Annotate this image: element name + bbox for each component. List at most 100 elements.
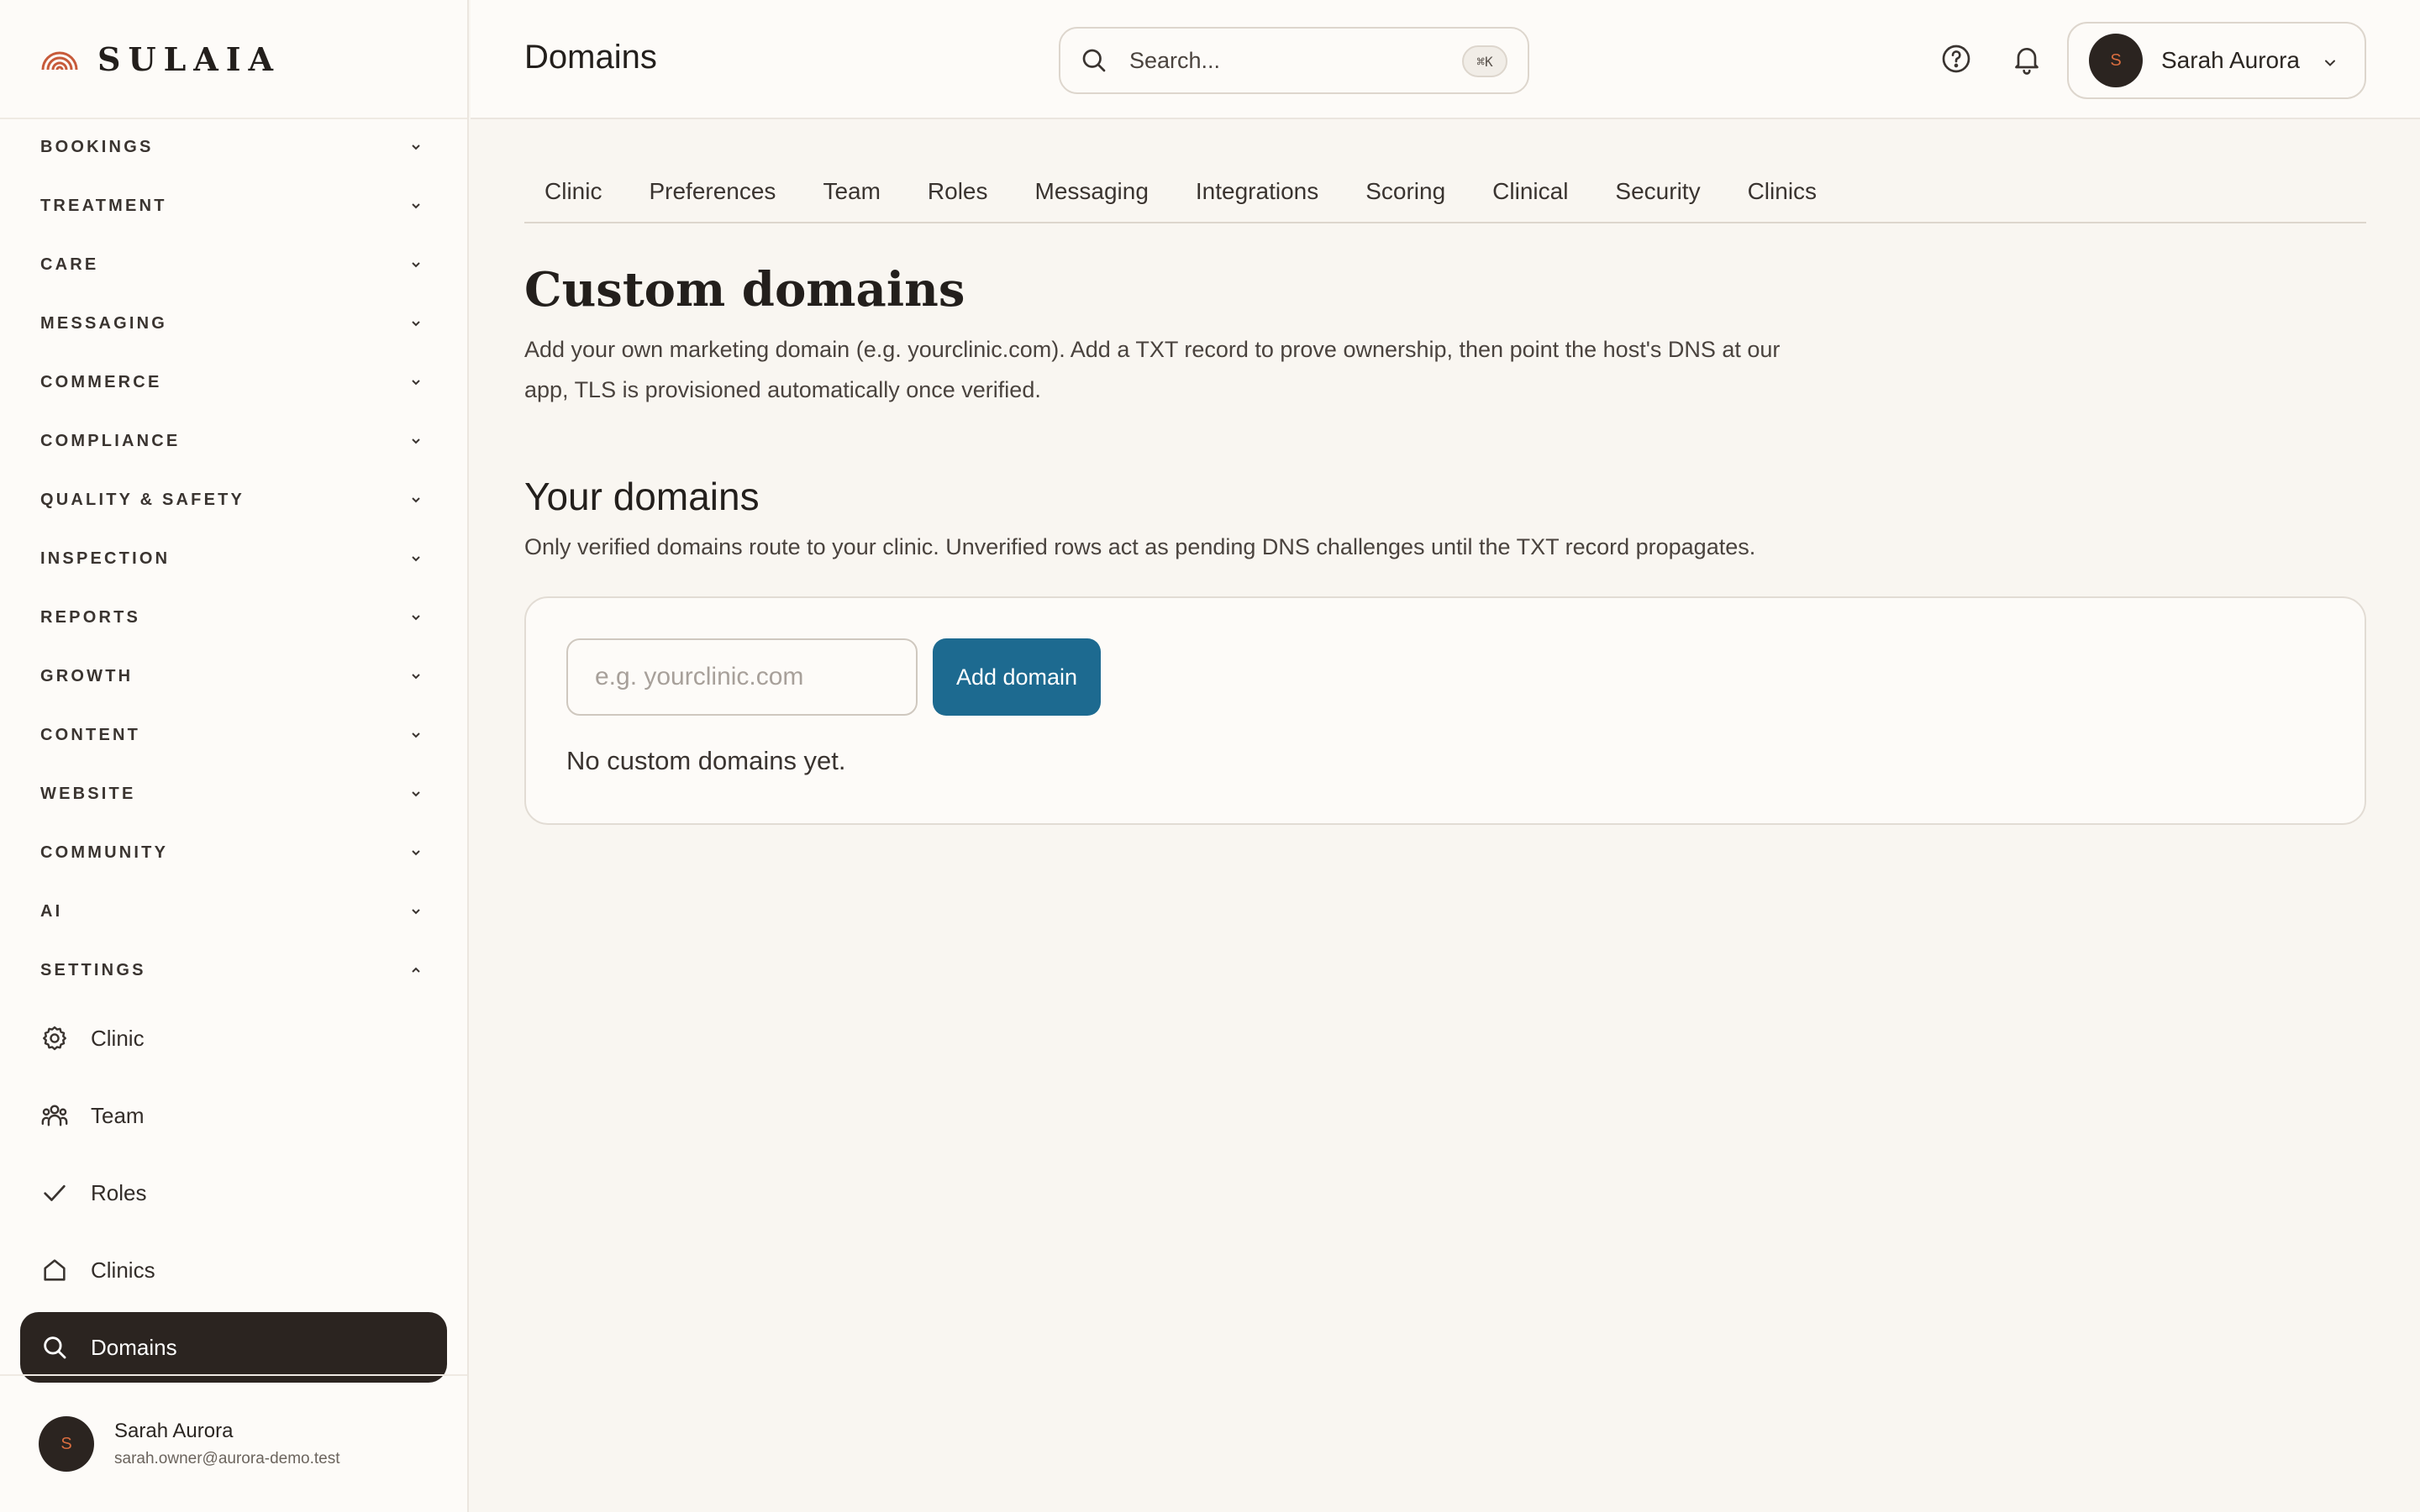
sidebar-item-clinics[interactable]: Clinics	[20, 1235, 447, 1305]
nav-section-label: BOOKINGS	[40, 137, 154, 156]
nav-section-label: COMMERCE	[40, 372, 162, 391]
nav-section-label: QUALITY & SAFETY	[40, 490, 245, 509]
sidebar-user-card[interactable]: S Sarah Aurora sarah.owner@aurora-demo.t…	[0, 1374, 467, 1512]
tab-scoring[interactable]: Scoring	[1365, 165, 1445, 205]
sidebar-item-roles[interactable]: Roles	[20, 1158, 447, 1228]
tab-clinical[interactable]: Clinical	[1492, 165, 1568, 205]
user-menu[interactable]: S Sarah Aurora	[2067, 22, 2366, 99]
nav-section-growth[interactable]: GROWTH	[0, 647, 467, 706]
sidebar-item-label: Clinics	[91, 1257, 155, 1283]
custom-domains-description: Add your own marketing domain (e.g. your…	[524, 337, 1781, 402]
nav-section-quality-safety[interactable]: QUALITY & SAFETY	[0, 470, 467, 529]
chevron-down-icon	[412, 321, 420, 327]
bell-icon[interactable]	[2010, 42, 2044, 76]
page-title: Domains	[524, 39, 657, 76]
help-icon[interactable]	[1939, 42, 1973, 76]
nav-section-website[interactable]: WEBSITE	[0, 764, 467, 823]
sidebar-item-clinic[interactable]: Clinic	[20, 1003, 447, 1074]
add-domain-button[interactable]: Add domain	[933, 638, 1101, 716]
nav-section-reports[interactable]: REPORTS	[0, 588, 467, 647]
sidebar-item-label: Team	[91, 1102, 145, 1128]
chevron-down-icon	[412, 438, 420, 444]
sidebar-item-label: Domains	[91, 1334, 177, 1360]
keyboard-shortcut-badge: ⌘K	[1462, 45, 1507, 77]
brand-name: SULAIA	[97, 39, 281, 78]
gear-icon	[40, 1024, 69, 1053]
nav-section-label: INSPECTION	[40, 549, 171, 568]
settings-tabs: Clinic Preferences Team Roles Messaging …	[524, 165, 2366, 223]
search-input[interactable]: Search...	[1129, 48, 1220, 74]
chevron-down-icon	[412, 380, 420, 386]
tab-clinics[interactable]: Clinics	[1748, 165, 1817, 205]
tab-roles[interactable]: Roles	[928, 165, 988, 205]
tab-messaging[interactable]: Messaging	[1035, 165, 1149, 205]
tab-integrations[interactable]: Integrations	[1196, 165, 1318, 205]
nav-section-care[interactable]: CARE	[0, 235, 467, 294]
nav-section-label: WEBSITE	[40, 784, 136, 803]
sidebar-user-info: Sarah Aurora sarah.owner@aurora-demo.tes…	[114, 1420, 340, 1468]
nav-section-ai[interactable]: AI	[0, 882, 467, 941]
tab-clinic[interactable]: Clinic	[544, 165, 602, 205]
nav-section-bookings[interactable]: BOOKINGS	[0, 118, 467, 176]
chevron-down-icon	[412, 732, 420, 738]
avatar: S	[2089, 34, 2143, 87]
sidebar-user-email: sarah.owner@aurora-demo.test	[114, 1450, 340, 1467]
nav-section-label: COMMUNITY	[40, 843, 169, 862]
search-icon	[1082, 49, 1106, 72]
chevron-down-icon	[412, 203, 420, 209]
sidebar-item-team[interactable]: Team	[20, 1080, 447, 1151]
your-domains-description: Only verified domains route to your clin…	[524, 534, 1756, 559]
home-icon	[40, 1256, 69, 1284]
nav-section-community[interactable]: COMMUNITY	[0, 823, 467, 882]
sidebar-item-label: Clinic	[91, 1025, 145, 1051]
chevron-down-icon	[412, 791, 420, 797]
rainbow-logo-icon	[41, 51, 78, 71]
brand[interactable]: SULAIA	[0, 0, 467, 119]
nav-section-compliance[interactable]: COMPLIANCE	[0, 412, 467, 470]
section-heading-your-domains: Your domains	[524, 475, 760, 518]
domains-card: Add domain No custom domains yet.	[524, 596, 2366, 825]
chevron-up-icon	[412, 967, 420, 973]
nav-section-messaging[interactable]: MESSAGING	[0, 294, 467, 353]
team-icon	[40, 1101, 69, 1130]
search-icon	[40, 1333, 69, 1362]
avatar: S	[39, 1416, 94, 1472]
nav-section-label: CONTENT	[40, 725, 141, 744]
chevron-down-icon	[412, 909, 420, 915]
domain-input[interactable]	[566, 638, 918, 716]
tab-team[interactable]: Team	[823, 165, 880, 205]
nav-section-label: MESSAGING	[40, 313, 168, 333]
nav-section-inspection[interactable]: INSPECTION	[0, 529, 467, 588]
tab-security[interactable]: Security	[1615, 165, 1700, 205]
nav-section-label: TREATMENT	[40, 196, 167, 215]
nav-section-label: GROWTH	[40, 666, 134, 685]
top-header: Domains Search... ⌘K S Sarah Aurora	[471, 0, 2420, 119]
nav-section-label: COMPLIANCE	[40, 431, 181, 450]
sidebar: SULAIA BOOKINGS TREATMENT CARE MESSAGING…	[0, 0, 469, 1512]
nav-section-content[interactable]: CONTENT	[0, 706, 467, 764]
check-icon	[40, 1179, 69, 1207]
tab-preferences[interactable]: Preferences	[649, 165, 776, 205]
chevron-down-icon	[412, 615, 420, 621]
nav-section-label: AI	[40, 901, 63, 921]
nav-section-commerce[interactable]: COMMERCE	[0, 353, 467, 412]
nav-section-label: SETTINGS	[40, 960, 146, 979]
chevron-down-icon	[412, 556, 420, 562]
chevron-down-icon	[412, 850, 420, 856]
chevron-down-icon	[412, 144, 420, 150]
empty-state-text: No custom domains yet.	[566, 746, 846, 775]
nav-section-label: CARE	[40, 255, 99, 274]
section-heading-custom-domains: Custom domains	[524, 262, 965, 318]
nav-section-settings[interactable]: SETTINGS	[0, 941, 467, 1000]
sidebar-item-domains[interactable]: Domains	[20, 1312, 447, 1383]
nav-section-label: REPORTS	[40, 607, 141, 627]
chevron-down-icon	[412, 262, 420, 268]
search-box[interactable]: Search... ⌘K	[1059, 27, 1529, 94]
chevron-down-icon	[2325, 60, 2335, 66]
chevron-down-icon	[412, 497, 420, 503]
nav-section-treatment[interactable]: TREATMENT	[0, 176, 467, 235]
user-menu-name: Sarah Aurora	[2161, 47, 2300, 73]
sidebar-user-name: Sarah Aurora	[114, 1420, 234, 1442]
sidebar-nav: BOOKINGS TREATMENT CARE MESSAGING COMMER…	[0, 118, 467, 1389]
chevron-down-icon	[412, 674, 420, 680]
